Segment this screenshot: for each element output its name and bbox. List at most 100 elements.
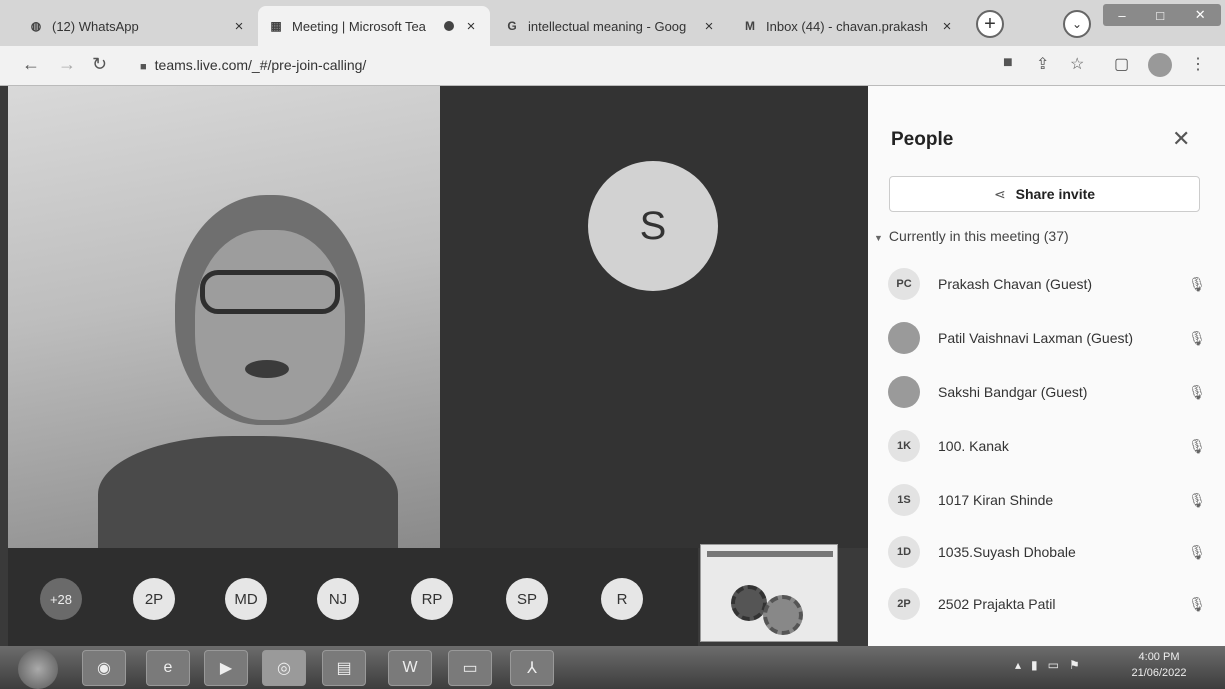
chrome-icon[interactable]: ◎	[262, 650, 306, 686]
google-icon: G	[507, 19, 517, 33]
start-button[interactable]	[18, 649, 58, 689]
forward-arrow-icon[interactable]: →	[58, 54, 76, 75]
mic-muted-icon: 🎙	[1188, 275, 1206, 292]
mic-muted-icon: 🎙	[1188, 491, 1206, 508]
bookmark-star-icon[interactable]: ☆	[1070, 54, 1084, 74]
firefox-icon[interactable]: ◉	[82, 650, 126, 686]
profile-avatar[interactable]	[1148, 53, 1172, 77]
share-invite-button[interactable]: ⋖ Share invite	[889, 176, 1200, 212]
display-icon[interactable]: ▭	[1048, 658, 1059, 672]
tab-google-search[interactable]: G intellectual meaning - Goog ×	[494, 6, 728, 46]
participant-avatar[interactable]: MD	[225, 578, 267, 620]
window-controls: – □ ✕	[1103, 4, 1221, 26]
participant-name: 2502 Prajakta Patil	[938, 596, 1056, 612]
gmail-icon: M	[745, 19, 755, 33]
new-tab-button[interactable]: +	[976, 10, 1004, 38]
share-page-icon[interactable]: ⇪	[1036, 54, 1049, 74]
participant-row[interactable]: 2P 2502 Prajakta Patil 🎙	[888, 586, 1208, 622]
photo-viewer-icon[interactable]: ▭	[448, 650, 492, 686]
clock-date: 21/06/2022	[1131, 667, 1187, 679]
tab-close-icon[interactable]: ×	[700, 18, 718, 35]
video-person-body	[98, 436, 398, 548]
camera-icon[interactable]: ■	[1003, 54, 1013, 72]
video-person-face	[195, 230, 345, 420]
close-icon[interactable]: ✕	[1172, 126, 1190, 152]
internet-explorer-icon[interactable]: e	[146, 650, 190, 686]
word-icon[interactable]: W	[388, 650, 432, 686]
url-text: teams.live.com/_#/pre-join-calling/	[154, 57, 367, 73]
chevron-down-icon: ⌄	[1071, 17, 1083, 31]
file-explorer-icon[interactable]: ▤	[322, 650, 366, 686]
side-panel-icon[interactable]: ▢	[1114, 54, 1129, 74]
slide-title-bar	[707, 551, 833, 557]
taskbar-clock[interactable]: 4:00 PM 21/06/2022	[1128, 649, 1190, 681]
participant-row[interactable]: 1K 100. Kanak 🎙	[888, 428, 1208, 464]
media-player-icon[interactable]: ▶	[204, 650, 248, 686]
tab-title: (12) WhatsApp	[52, 18, 139, 34]
tab-title: Meeting | Microsoft Tea	[292, 18, 426, 34]
participant-row[interactable]: PC Prakash Chavan (Guest) 🎙	[888, 266, 1208, 302]
mic-muted-icon: 🎙	[1188, 329, 1206, 346]
participant-initials-avatar: 1D	[888, 536, 920, 568]
tab-teams-meeting[interactable]: ▦ Meeting | Microsoft Tea ×	[258, 6, 490, 46]
more-menu-icon[interactable]: ⋮	[1190, 54, 1206, 74]
tab-whatsapp[interactable]: ◍ (12) WhatsApp ×	[18, 6, 258, 46]
tab-title: intellectual meaning - Goog	[528, 18, 687, 34]
participant-name: Prakash Chavan (Guest)	[938, 276, 1093, 292]
video-person-glasses	[200, 270, 340, 314]
whatsapp-icon: ◍	[30, 19, 42, 33]
acrobat-icon[interactable]: ⅄	[510, 650, 554, 686]
gear-icon	[731, 585, 767, 621]
participant-name: 1035.Suyash Dhobale	[938, 544, 1076, 560]
tray-expand-icon[interactable]: ▴	[1015, 658, 1021, 672]
participant-initials-avatar: 1K	[888, 430, 920, 462]
url-field[interactable]: ■ teams.live.com/_#/pre-join-calling/	[140, 57, 366, 73]
participant-row[interactable]: Patil Vaishnavi Laxman (Guest) 🎙	[888, 320, 1208, 356]
tab-gmail-inbox[interactable]: M Inbox (44) - chavan.prakash ×	[732, 6, 966, 46]
participant-avatar[interactable]: RP	[411, 578, 453, 620]
close-window-icon[interactable]: ✕	[1195, 7, 1206, 23]
network-icon[interactable]: ▮	[1031, 658, 1038, 672]
participant-photo-avatar	[888, 322, 920, 354]
mic-muted-icon: 🎙	[1188, 595, 1206, 612]
participant-avatar[interactable]: SP	[506, 578, 548, 620]
clock-time: 4:00 PM	[1138, 651, 1180, 663]
participant-name: 1017 Kiran Shinde	[938, 492, 1054, 508]
participant-row[interactable]: 1D 1035.Suyash Dhobale 🎙	[888, 534, 1208, 570]
participant-name: 100. Kanak	[938, 438, 1009, 454]
participant-avatar[interactable]: R	[601, 578, 643, 620]
tab-close-icon[interactable]: ×	[938, 18, 956, 35]
participant-initials-avatar: 2P	[888, 588, 920, 620]
minimize-icon[interactable]: –	[1118, 8, 1125, 23]
more-participants-badge[interactable]: +28	[40, 578, 82, 620]
teams-icon: ▦	[270, 19, 282, 33]
in-meeting-section-header[interactable]: ▼ Currently in this meeting (37)	[874, 228, 1069, 244]
address-bar: ← → ↻ ■ teams.live.com/_#/pre-join-callin…	[0, 46, 1225, 86]
mic-muted-icon: 🎙	[1188, 383, 1206, 400]
mic-muted-icon: 🎙	[1188, 543, 1206, 560]
video-person-mouth	[245, 360, 289, 378]
action-center-flag-icon[interactable]: ⚑	[1069, 658, 1080, 672]
participant-name: Patil Vaishnavi Laxman (Guest)	[938, 330, 1134, 346]
participant-avatar[interactable]: 2P	[133, 578, 175, 620]
participant-avatar[interactable]: NJ	[317, 578, 359, 620]
back-arrow-icon[interactable]: ←	[22, 54, 40, 75]
participant-row[interactable]: Sakshi Bandgar (Guest) 🎙	[888, 374, 1208, 410]
participant-avatar-large: S	[588, 161, 718, 291]
section-label: Currently in this meeting (37)	[888, 228, 1069, 244]
share-icon: ⋖	[993, 185, 1006, 202]
system-tray: ▴ ▮ ▭ ⚑	[1015, 658, 1080, 672]
participant-initials-avatar: 1S	[888, 484, 920, 516]
participant-initials-avatar: PC	[888, 268, 920, 300]
tab-search-button[interactable]: ⌄	[1063, 10, 1091, 38]
lock-icon: ■	[140, 61, 147, 73]
participant-tile-s	[440, 86, 868, 548]
tab-close-icon[interactable]: ×	[462, 18, 480, 35]
tab-close-icon[interactable]: ×	[230, 18, 248, 35]
chevron-down-icon: ▼	[874, 233, 883, 243]
maximize-icon[interactable]: □	[1156, 8, 1164, 23]
reload-icon[interactable]: ↻	[92, 54, 107, 75]
share-invite-label: Share invite	[1015, 186, 1096, 202]
shared-screen-thumbnail[interactable]	[700, 544, 838, 642]
participant-row[interactable]: 1S 1017 Kiran Shinde 🎙	[888, 482, 1208, 518]
